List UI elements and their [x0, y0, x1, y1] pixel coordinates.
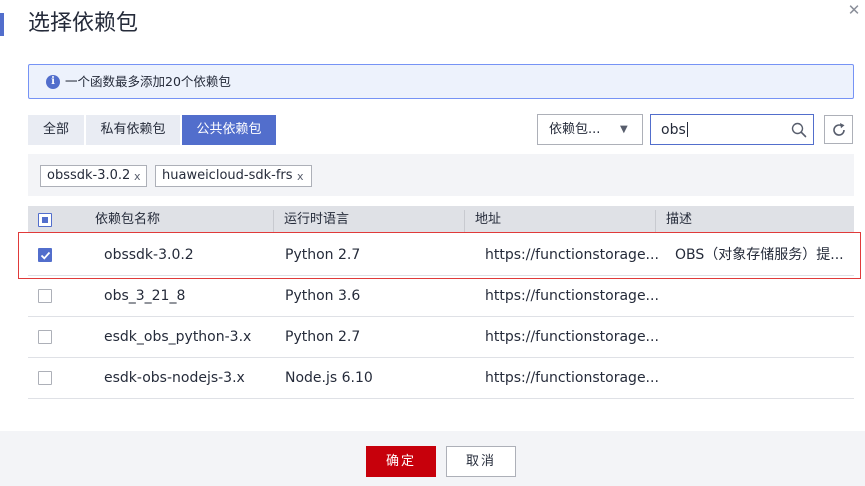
- cell-description: OBS（对象存储服务）提...: [675, 247, 844, 263]
- cell-address: https://functionstorage...: [485, 329, 659, 345]
- row-checkbox[interactable]: [38, 330, 52, 344]
- search-input-value: obs: [661, 122, 688, 138]
- filter-type-value: 依赖包...: [549, 122, 601, 137]
- close-icon[interactable]: ✕: [846, 2, 862, 18]
- cell-address: https://functionstorage...: [485, 288, 659, 304]
- check-icon: [40, 251, 51, 260]
- table-row[interactable]: obssdk-3.0.2 Python 2.7 https://function…: [28, 235, 854, 276]
- tab-public-packages[interactable]: 公共依赖包: [182, 115, 276, 145]
- column-divider: [655, 210, 656, 232]
- chip-label: huaweicloud-sdk-frs: [162, 168, 293, 183]
- cell-runtime: Python 3.6: [285, 288, 361, 304]
- row-checkbox[interactable]: [38, 371, 52, 385]
- cell-address: https://functionstorage...: [485, 247, 659, 263]
- chip-label: obssdk-3.0.2: [47, 168, 131, 183]
- table-header: 依赖包名称 运行时语言 地址 描述: [28, 206, 854, 233]
- selected-chip: huaweicloud-sdk-frs x: [155, 165, 312, 187]
- column-divider: [464, 210, 465, 232]
- row-checkbox[interactable]: [38, 248, 52, 262]
- tab-all[interactable]: 全部: [28, 115, 84, 145]
- column-header-runtime: 运行时语言: [284, 212, 350, 227]
- selected-packages-area: obssdk-3.0.2 x huaweicloud-sdk-frs x: [28, 154, 854, 196]
- confirm-button[interactable]: 确定: [366, 446, 436, 477]
- refresh-button[interactable]: [824, 115, 853, 144]
- info-icon: i: [46, 75, 60, 89]
- cell-name: obssdk-3.0.2: [104, 247, 194, 263]
- table-row[interactable]: esdk_obs_python-3.x Python 2.7 https://f…: [28, 317, 854, 358]
- cell-runtime: Python 2.7: [285, 329, 361, 345]
- column-header-name: 依赖包名称: [95, 212, 161, 227]
- refresh-icon: [833, 123, 845, 136]
- title-accent-bar: [0, 13, 4, 36]
- cell-name: obs_3_21_8: [104, 288, 186, 304]
- column-header-description: 描述: [666, 212, 693, 227]
- tab-private-packages[interactable]: 私有依赖包: [86, 115, 180, 145]
- selected-chip: obssdk-3.0.2 x: [40, 165, 147, 187]
- row-checkbox[interactable]: [38, 289, 52, 303]
- cell-runtime: Node.js 6.10: [285, 370, 373, 386]
- filter-type-select[interactable]: 依赖包... ▼: [537, 114, 643, 145]
- cancel-button[interactable]: 取消: [446, 446, 516, 477]
- search-icon[interactable]: [791, 122, 807, 138]
- info-banner: i 一个函数最多添加20个依赖包: [28, 64, 854, 99]
- cell-name: esdk_obs_python-3.x: [104, 329, 252, 345]
- search-input[interactable]: obs: [650, 114, 814, 145]
- column-divider: [273, 210, 274, 232]
- chip-remove-icon[interactable]: x: [134, 166, 141, 188]
- chip-remove-icon[interactable]: x: [297, 166, 304, 188]
- cell-runtime: Python 2.7: [285, 247, 361, 263]
- dialog-title: 选择依赖包: [28, 11, 139, 36]
- cell-address: https://functionstorage...: [485, 370, 659, 386]
- table-row[interactable]: obs_3_21_8 Python 3.6 https://functionst…: [28, 276, 854, 317]
- select-all-checkbox[interactable]: [38, 213, 52, 227]
- info-text: 一个函数最多添加20个依赖包: [65, 74, 231, 89]
- cell-name: esdk-obs-nodejs-3.x: [104, 370, 245, 386]
- table-row[interactable]: esdk-obs-nodejs-3.x Node.js 6.10 https:/…: [28, 358, 854, 399]
- column-header-address: 地址: [475, 212, 502, 227]
- chevron-down-icon: ▼: [620, 124, 628, 135]
